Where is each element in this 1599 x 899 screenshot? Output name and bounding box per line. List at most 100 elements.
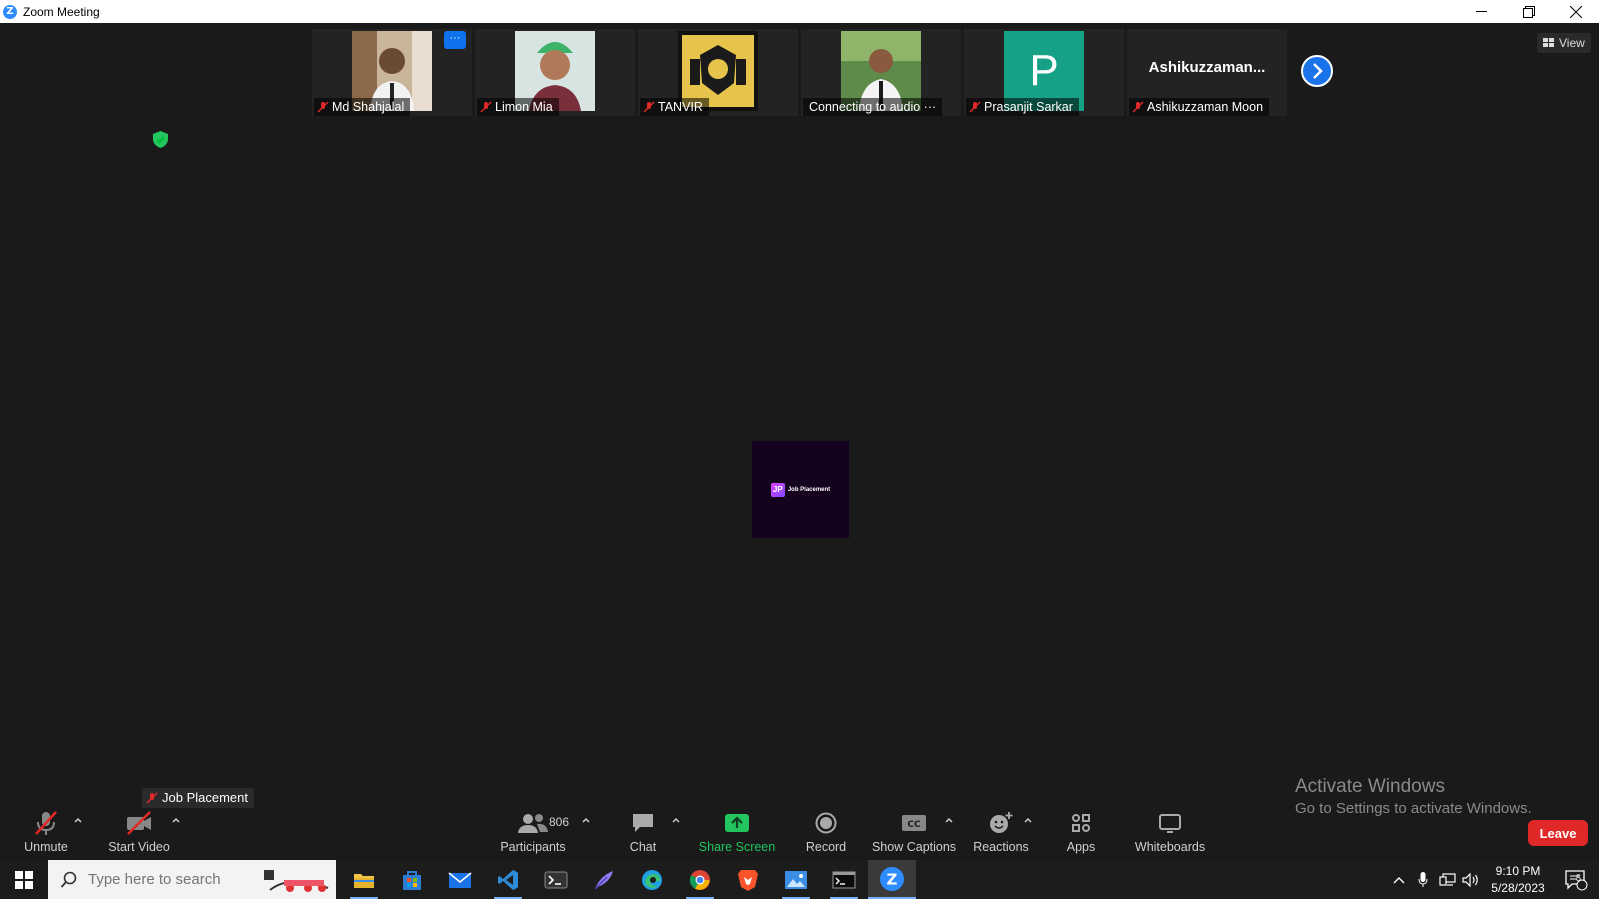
close-icon [1569,5,1582,18]
chevron-up-icon[interactable] [671,816,681,824]
participant-name: Prasanjit Sarkar [984,100,1073,114]
leave-button[interactable]: Leave [1528,820,1588,846]
chevron-up-icon[interactable] [944,816,954,824]
reactions-label: Reactions [973,840,1029,854]
network-tray-button[interactable] [1436,860,1460,899]
activate-windows-subtitle: Go to Settings to activate Windows. [1295,800,1532,817]
microphone-icon [1418,871,1428,887]
chrome-taskbar-button[interactable] [676,860,724,899]
window-title: Zoom Meeting [23,4,100,19]
mic-muted-icon [969,101,981,113]
grid-view-icon [1543,38,1554,47]
photos-taskbar-button[interactable] [772,860,820,899]
command-prompt-taskbar-button[interactable] [820,860,868,899]
share-screen-label: Share Screen [698,840,776,854]
self-name-label: Job Placement [142,788,254,808]
participant-tile[interactable]: Ashikuzzaman... Ashikuzzaman Moon [1127,29,1287,116]
edge-taskbar-button[interactable] [628,860,676,899]
zoom-taskbar-button[interactable]: Z [868,860,916,899]
start-video-button[interactable]: Start Video [104,808,174,858]
video-off-icon [127,811,151,835]
svg-text:Z: Z [887,870,898,888]
windows-logo-icon [15,870,33,889]
vscode-taskbar-button[interactable] [484,860,532,899]
view-label: View [1559,36,1585,50]
chevron-up-icon[interactable] [1023,816,1033,824]
search-icon [60,871,77,888]
participant-tile[interactable]: TANVIR [638,29,798,116]
volume-tray-button[interactable] [1460,860,1482,899]
terminal-taskbar-button[interactable] [532,860,580,899]
clock-time: 9:10 PM [1495,864,1541,878]
unmute-button[interactable]: Unmute [20,808,72,858]
svg-text:CC: CC [907,820,921,830]
title-bar: Z Zoom Meeting [0,0,1599,23]
unmute-label: Unmute [24,840,68,854]
chevron-up-icon [1393,876,1405,883]
minimize-icon [1476,10,1487,12]
notification-count: 5 [1576,873,1582,883]
job-placement-logo-icon: JP [770,482,785,497]
file-explorer-taskbar-button[interactable] [340,860,388,899]
participant-name: Md Shahjalal [332,100,405,114]
search-input[interactable] [88,871,248,888]
self-name: Job Placement [162,790,248,805]
whiteboards-label: Whiteboards [1134,840,1206,854]
restore-button[interactable] [1506,0,1551,23]
notifications-button[interactable]: 5 [1556,860,1596,899]
mic-muted-icon [35,811,57,835]
feather-app-taskbar-button[interactable] [580,860,628,899]
participant-tile[interactable]: P Prasanjit Sarkar [964,29,1124,116]
participant-tile[interactable]: Limon Mia [475,29,635,116]
more-options-button[interactable]: ··· [444,31,466,49]
participant-tile[interactable]: ··· Md Shahjalal [312,29,472,116]
participants-icon [518,814,548,833]
zoom-meeting-window: Z Zoom Meeting ··· Md Shahjalal Limon Mi… [0,0,1599,899]
chat-button[interactable]: Chat [624,808,662,858]
chevron-up-icon[interactable] [73,816,83,824]
view-button[interactable]: View [1537,33,1591,53]
close-window-button[interactable] [1553,0,1598,23]
next-page-button[interactable] [1301,55,1333,87]
feather-icon [594,870,613,889]
microsoft-store-taskbar-button[interactable] [388,860,436,899]
show-hidden-icons-button[interactable] [1388,860,1410,899]
start-button[interactable] [0,860,48,899]
chevron-up-icon[interactable] [171,816,181,824]
brave-icon [738,869,758,891]
brave-taskbar-button[interactable] [724,860,772,899]
mic-muted-icon [317,101,329,113]
record-button[interactable]: Record [804,808,848,858]
record-label: Record [805,840,847,854]
zoom-logo-icon: Z [3,4,17,19]
mail-icon [448,871,472,888]
participant-name: Ashikuzzaman Moon [1147,100,1264,114]
main-video-tile[interactable]: JP Job Placement [752,441,849,538]
taskbar-search-box[interactable] [48,860,336,899]
chevron-right-icon [1313,63,1323,79]
mic-muted-icon [643,101,655,113]
reactions-button[interactable]: Reactions [973,808,1029,858]
activate-windows-title: Activate Windows [1295,776,1445,797]
taskbar-clock[interactable]: 9:10 PM 5/28/2023 [1482,863,1554,897]
microphone-tray-button[interactable] [1412,860,1434,899]
minimize-button[interactable] [1459,0,1504,23]
participant-name: Connecting to audio ··· [809,100,937,114]
captions-icon: CC [902,815,926,831]
whiteboard-icon [1159,814,1181,833]
whiteboards-button[interactable]: Whiteboards [1135,808,1205,858]
participants-count: 806 [549,815,570,829]
restore-icon [1522,5,1535,18]
apps-button[interactable]: Apps [1063,808,1099,858]
chevron-up-icon[interactable] [581,816,591,824]
search-highlight-image [264,870,329,892]
record-icon [815,812,837,834]
clock-date: 5/28/2023 [1491,881,1545,895]
participant-tile[interactable]: Connecting to audio ··· [801,29,961,116]
share-screen-button[interactable]: Share Screen [698,808,776,858]
security-shield-icon[interactable] [153,131,168,148]
edge-icon [642,869,662,890]
show-captions-button[interactable]: CC Show Captions [872,808,956,858]
mail-taskbar-button[interactable] [436,860,484,899]
participants-label: Participants [500,840,566,854]
